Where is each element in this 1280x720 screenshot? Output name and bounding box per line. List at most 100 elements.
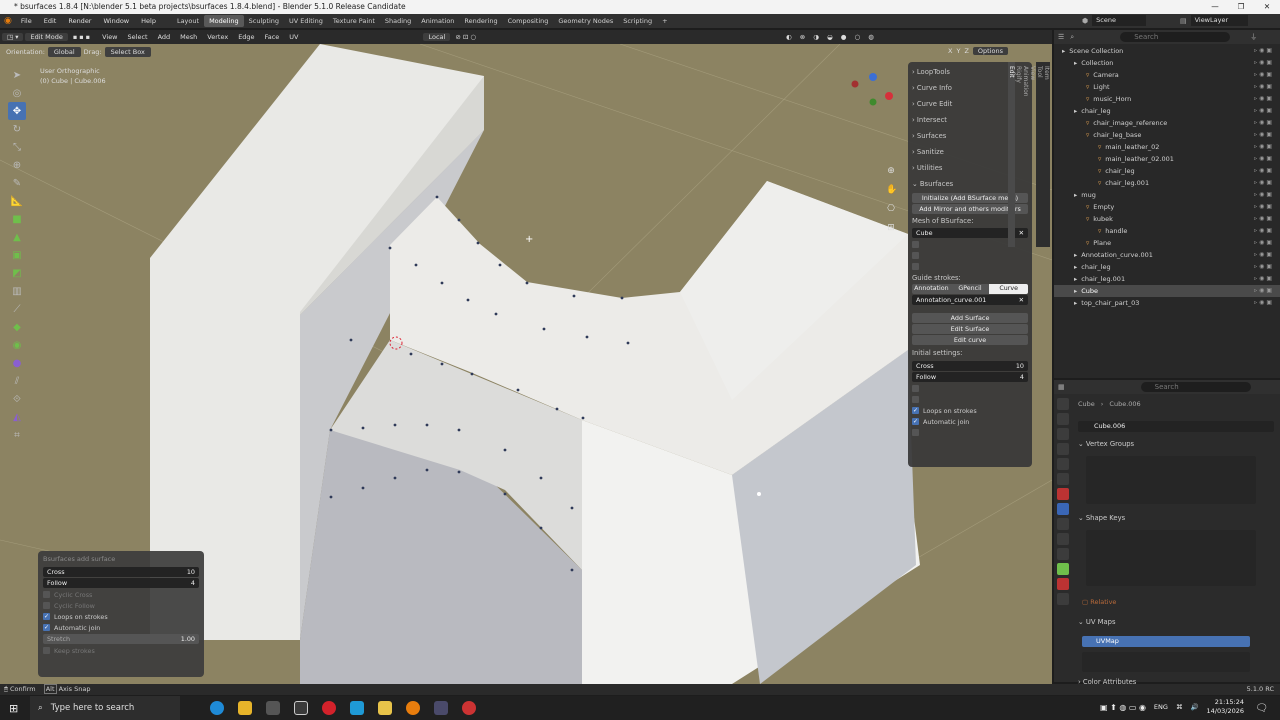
menu-face[interactable]: Face	[260, 33, 285, 41]
outliner-row[interactable]: ▸ Scene Collection ▹◉▣	[1054, 45, 1280, 57]
measure-tool-icon[interactable]: 📐	[8, 192, 26, 210]
taskbar-search-input[interactable]: ⌕ Type here to search	[30, 696, 180, 720]
redo-panel-title[interactable]: Bsurfaces add surface	[43, 554, 199, 566]
stretch-slider[interactable]: Stretch 1.00	[43, 634, 199, 644]
edit-surface-button[interactable]: Edit Surface	[912, 324, 1028, 334]
outliner-funnel-icon[interactable]: ⏚	[1250, 32, 1257, 42]
uv-maps-header[interactable]: ⌄ UV Maps	[1078, 618, 1116, 626]
menu-vertex[interactable]: Vertex	[202, 33, 233, 41]
options-button[interactable]: Options	[972, 47, 1008, 55]
view-layer-properties-tab-icon[interactable]	[1057, 443, 1069, 455]
menu-edit[interactable]: Edit	[38, 14, 63, 28]
orientation-selector[interactable]: Global	[47, 47, 81, 57]
scene-selector[interactable]: Scene	[1092, 15, 1146, 26]
checkbox-hidden-4[interactable]	[912, 383, 1028, 394]
outliner-row[interactable]: ▸ Collection ▹◉▣	[1054, 57, 1280, 69]
follow-field[interactable]: Follow 4	[912, 372, 1028, 382]
object-properties-tab-icon[interactable]	[1057, 488, 1069, 500]
smooth-tool-icon[interactable]: ●	[8, 354, 26, 372]
rotate-tool-icon[interactable]: ↻	[8, 120, 26, 138]
viewlayer-selector[interactable]: ViewLayer	[1190, 15, 1249, 26]
maximize-button[interactable]: ❐	[1228, 0, 1254, 14]
checkbox-hidden-2[interactable]	[912, 250, 1028, 261]
blender-taskbar-icon[interactable]	[406, 701, 420, 715]
tweak-tool-icon[interactable]: ➤	[8, 66, 26, 84]
visibility-icons[interactable]: ▹◉▣	[1254, 297, 1274, 309]
screen-app-icon[interactable]	[434, 701, 448, 715]
close-button[interactable]: ✕	[1254, 0, 1280, 14]
folder-icon[interactable]	[378, 701, 392, 715]
mail-icon[interactable]	[294, 701, 308, 715]
poly-build-tool-icon[interactable]: ◆	[8, 318, 26, 336]
sidebar-tab-edit[interactable]: Edit	[1008, 62, 1015, 247]
transform-orientation-selector[interactable]: Local	[423, 33, 451, 41]
app-icon[interactable]	[350, 701, 364, 715]
visibility-icons[interactable]: ▹◉▣	[1254, 105, 1274, 117]
menu-view[interactable]: View	[97, 33, 122, 41]
cross-field[interactable]: Cross 10	[912, 361, 1028, 371]
visibility-icons[interactable]: ▹◉▣	[1254, 249, 1274, 261]
outliner-row[interactable]: ▿ Light ▹◉▣	[1054, 81, 1280, 93]
shear-tool-icon[interactable]: ◭	[8, 408, 26, 426]
checkbox-hidden-3[interactable]	[912, 261, 1028, 272]
file-explorer-icon[interactable]	[238, 701, 252, 715]
tool-properties-tab-icon[interactable]	[1057, 398, 1069, 410]
workspace-tab-compositing[interactable]: Compositing	[503, 15, 554, 27]
outliner-row[interactable]: ▿ chair_image_reference ▹◉▣	[1054, 117, 1280, 129]
guide-tab-annotation[interactable]: Annotation	[912, 284, 951, 294]
workspace-tab-rendering[interactable]: Rendering	[459, 15, 502, 27]
visibility-icons[interactable]: ▹◉▣	[1254, 165, 1274, 177]
scale-tool-icon[interactable]: ⤡	[8, 138, 26, 156]
menu-add[interactable]: Add	[153, 33, 176, 41]
rip-tool-icon[interactable]: ⌗	[8, 426, 26, 444]
system-tray[interactable]: ▣ ⬆ ◍ ▭ ◉ ENG ⌘ 🔊 21:15:24 14/03/2026	[1100, 698, 1244, 716]
outliner-row[interactable]: ▸ chair_leg ▹◉▣	[1054, 105, 1280, 117]
add-cube-tool-icon[interactable]: ■	[8, 210, 26, 228]
clock-date[interactable]: 14/03/2026	[1207, 707, 1244, 716]
shape-keys-list[interactable]	[1086, 530, 1256, 586]
visibility-icons[interactable]: ▹◉▣	[1254, 261, 1274, 273]
workspace-tab-uv-editing[interactable]: UV Editing	[284, 15, 328, 27]
add-workspace-button[interactable]: +	[657, 15, 672, 27]
visibility-icons[interactable]: ▹◉▣	[1254, 237, 1274, 249]
drag-selector[interactable]: Select Box	[104, 47, 151, 57]
outliner-search-input[interactable]: Search	[1120, 32, 1231, 42]
edge-browser-icon[interactable]	[210, 701, 224, 715]
notifications-icon[interactable]: 🗨	[1255, 703, 1268, 714]
volume-icon[interactable]: 🔊	[1190, 703, 1198, 712]
outliner-row[interactable]: ▿ chair_leg ▹◉▣	[1054, 165, 1280, 177]
visibility-icons[interactable]: ▹◉▣	[1254, 213, 1274, 225]
visibility-icons[interactable]: ▹◉▣	[1254, 117, 1274, 129]
properties-editor-icon[interactable]: ▦	[1058, 383, 1065, 391]
mesh-name-field[interactable]: Cube.006	[1078, 421, 1274, 432]
outliner-row[interactable]: ▿ main_leather_02 ▹◉▣	[1054, 141, 1280, 153]
cyclic-follow-checkbox[interactable]: Cyclic Follow	[43, 600, 199, 611]
outliner-row[interactable]: ▿ main_leather_02.001 ▹◉▣	[1054, 153, 1280, 165]
output-properties-tab-icon[interactable]	[1057, 428, 1069, 440]
data-properties-tab-icon[interactable]	[1057, 563, 1069, 575]
render-properties-tab-icon[interactable]	[1057, 413, 1069, 425]
visibility-icons[interactable]: ▹◉▣	[1254, 69, 1274, 81]
transform-tool-icon[interactable]: ⊕	[8, 156, 26, 174]
physics-properties-tab-icon[interactable]	[1057, 533, 1069, 545]
visibility-icons[interactable]: ▹◉▣	[1254, 129, 1274, 141]
outliner-row[interactable]: ▿ kubek ▹◉▣	[1054, 213, 1280, 225]
opera-icon[interactable]	[322, 701, 336, 715]
sidebar-tab-item[interactable]: Item	[1043, 62, 1050, 247]
visibility-icons[interactable]: ▹◉▣	[1254, 141, 1274, 153]
workspace-tab-texture-paint[interactable]: Texture Paint	[328, 15, 380, 27]
visibility-icons[interactable]: ▹◉▣	[1254, 45, 1274, 57]
minimize-button[interactable]: —	[1202, 0, 1228, 14]
menu-edge[interactable]: Edge	[233, 33, 259, 41]
extrude-tool-icon[interactable]: ▲	[8, 228, 26, 246]
editor-type-button[interactable]: ◳ ▾	[2, 33, 24, 41]
automatic-join-checkbox[interactable]: ✓ Automatic join	[912, 416, 1028, 427]
particles-properties-tab-icon[interactable]	[1057, 518, 1069, 530]
cyclic-cross-checkbox[interactable]: Cyclic Cross	[43, 589, 199, 600]
outliner-row[interactable]: ▿ Camera ▹◉▣	[1054, 69, 1280, 81]
outliner-row[interactable]: ▸ Annotation_curve.001 ▹◉▣	[1054, 249, 1280, 261]
snap-icon[interactable]: ⊘ ⊡ ○	[450, 33, 481, 41]
blender-logo-icon[interactable]: ◉	[4, 16, 12, 26]
spin-tool-icon[interactable]: ◉	[8, 336, 26, 354]
shrink-tool-icon[interactable]: ⟐	[8, 390, 26, 408]
